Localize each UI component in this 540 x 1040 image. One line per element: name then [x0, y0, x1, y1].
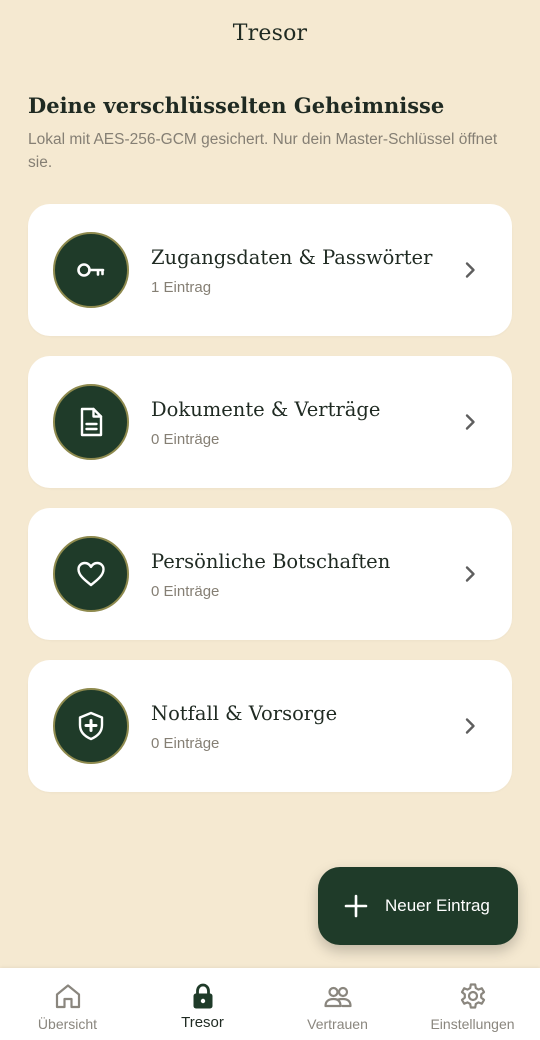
people-icon [323, 986, 352, 1008]
category-title: Persönliche Botschaften [151, 549, 391, 573]
intro-section: Deine verschlüsselten Geheimnisse Lokal … [28, 92, 518, 174]
home-icon [55, 984, 80, 1009]
gear-icon [460, 983, 485, 1009]
chevron-right-icon [465, 718, 475, 734]
category-count: 1 Eintrag [151, 278, 212, 296]
key-icon [53, 232, 129, 308]
category-list: Zugangsdaten & Passwörter 1 Eintrag Doku… [28, 204, 512, 812]
category-title: Zugangsdaten & Passwörter [151, 245, 433, 269]
app-bar: Tresor [0, 0, 540, 66]
chevron-right-icon [465, 262, 475, 278]
category-count: 0 Einträge [151, 734, 220, 752]
nav-label: Tresor [181, 1014, 224, 1031]
nav-label: Vertrauen [307, 1016, 368, 1032]
nav-label: Übersicht [37, 1016, 98, 1032]
category-title: Notfall & Vorsorge [151, 701, 338, 725]
shield-plus-icon [53, 688, 129, 764]
page-title: Tresor [232, 20, 308, 46]
category-card-documents[interactable]: Dokumente & Verträge 0 Einträge [28, 356, 512, 488]
new-entry-label: Neuer Eintrag [385, 896, 490, 915]
lock-icon [193, 983, 212, 1009]
section-description: Lokal mit AES-256-GCM gesichert. Nur dei… [28, 131, 498, 171]
document-icon [53, 384, 129, 460]
section-heading: Deine verschlüsselten Geheimnisse [28, 93, 445, 118]
nav-item-overview[interactable]: Übersicht [0, 968, 135, 1040]
category-card-credentials[interactable]: Zugangsdaten & Passwörter 1 Eintrag [28, 204, 512, 336]
bottom-navigation: Übersicht Tresor Vertrauen Einstellungen [0, 968, 540, 1040]
chevron-right-icon [465, 566, 475, 582]
new-entry-button[interactable]: Neuer Eintrag [318, 867, 518, 945]
nav-label: Einstellungen [430, 1016, 515, 1032]
nav-item-settings[interactable]: Einstellungen [405, 968, 540, 1040]
category-card-emergency[interactable]: Notfall & Vorsorge 0 Einträge [28, 660, 512, 792]
heart-icon [53, 536, 129, 612]
chevron-right-icon [465, 414, 475, 430]
nav-item-vault[interactable]: Tresor [135, 968, 270, 1040]
category-count: 0 Einträge [151, 430, 220, 448]
category-card-messages[interactable]: Persönliche Botschaften 0 Einträge [28, 508, 512, 640]
nav-item-trust[interactable]: Vertrauen [270, 968, 405, 1040]
plus-icon [344, 894, 368, 918]
category-title: Dokumente & Verträge [151, 397, 381, 421]
category-count: 0 Einträge [151, 582, 220, 600]
